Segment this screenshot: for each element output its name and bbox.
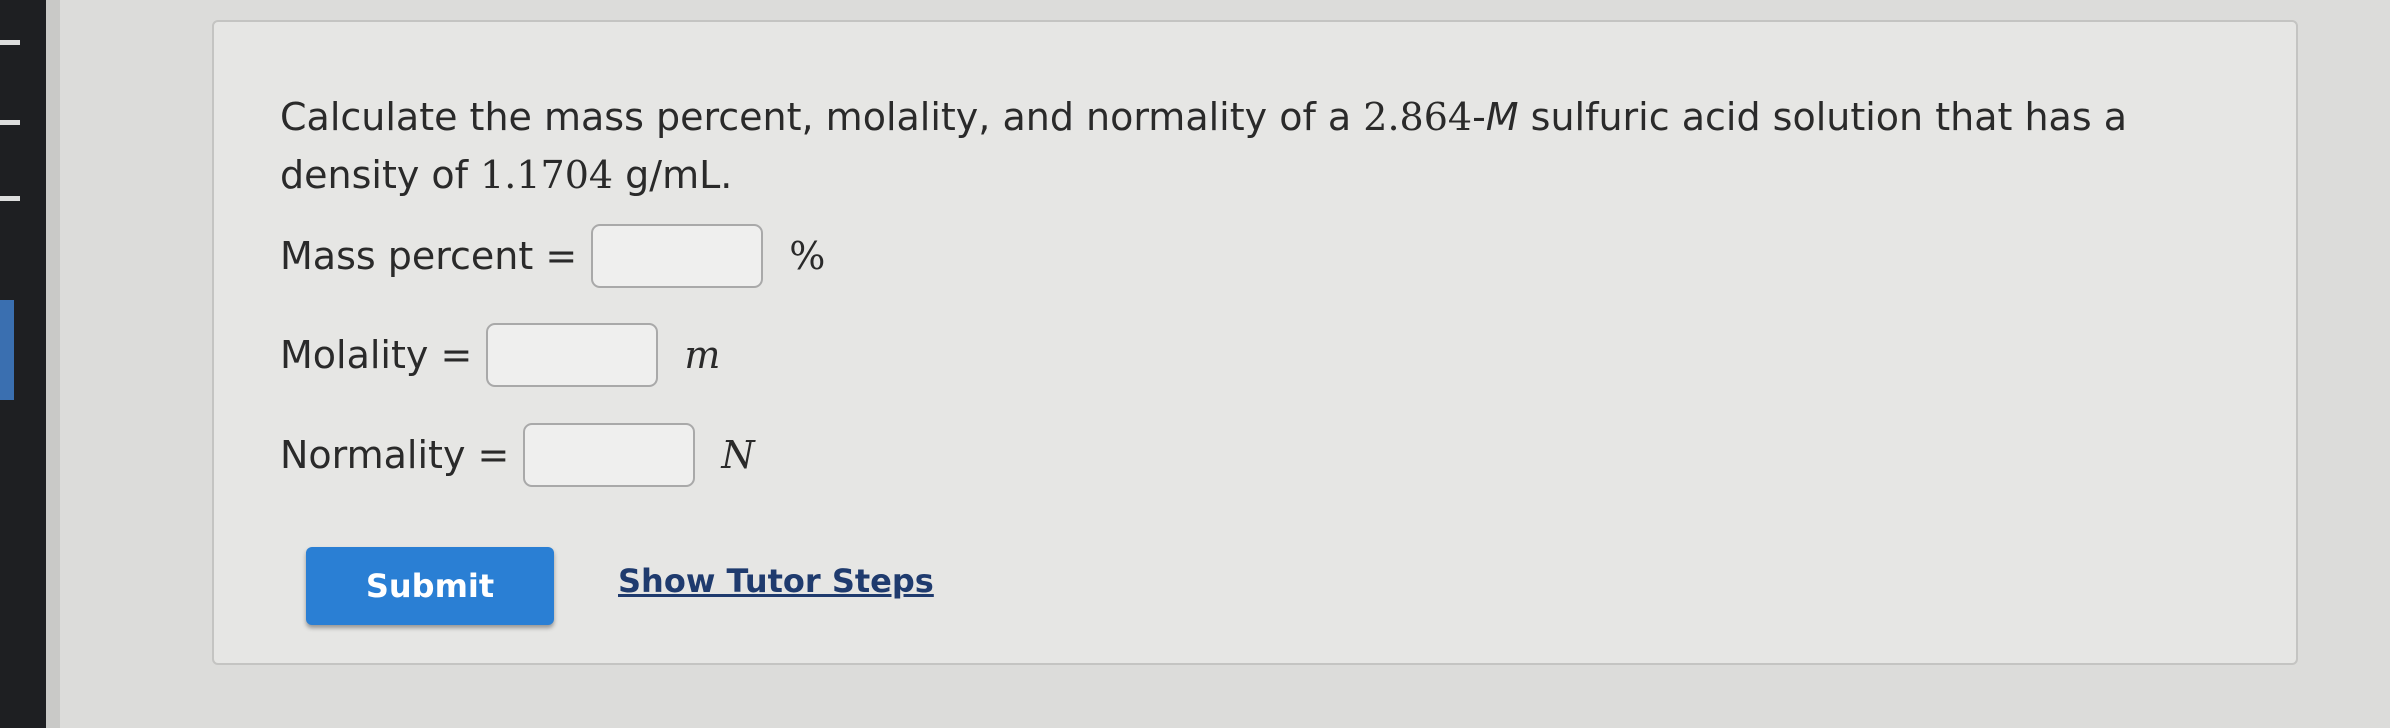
bezel-accent bbox=[0, 300, 14, 400]
question-text-after: g/mL. bbox=[613, 153, 733, 197]
mass-percent-unit: % bbox=[789, 234, 826, 278]
normality-label: Normality = bbox=[280, 433, 510, 477]
question-text-before: Calculate the mass percent, molality, an… bbox=[280, 95, 1364, 139]
bezel-line bbox=[0, 120, 20, 125]
molarity-unit: M bbox=[1485, 95, 1519, 139]
molarity-dash: - bbox=[1472, 95, 1486, 139]
mass-percent-label: Mass percent = bbox=[280, 234, 578, 278]
screen-bezel bbox=[0, 0, 46, 728]
normality-unit: N bbox=[721, 433, 755, 477]
molality-unit: m bbox=[684, 333, 721, 377]
mass-percent-input[interactable] bbox=[591, 224, 764, 288]
show-tutor-steps-link[interactable]: Show Tutor Steps bbox=[618, 562, 934, 600]
molality-row: Molality = m bbox=[280, 320, 720, 390]
normality-input[interactable] bbox=[523, 423, 696, 487]
submit-button[interactable]: Submit bbox=[306, 547, 554, 625]
molarity-value: 2.864 bbox=[1363, 95, 1473, 139]
question-text: Calculate the mass percent, molality, an… bbox=[280, 88, 2230, 204]
normality-row: Normality = N bbox=[280, 420, 755, 490]
density-value: 1.1704 bbox=[480, 153, 614, 197]
bezel-line bbox=[0, 196, 20, 201]
molality-input[interactable] bbox=[486, 323, 659, 387]
side-strip bbox=[46, 0, 60, 728]
molality-label: Molality = bbox=[280, 333, 473, 377]
question-card: Calculate the mass percent, molality, an… bbox=[212, 20, 2298, 665]
bezel-line bbox=[0, 40, 20, 45]
mass-percent-row: Mass percent = % bbox=[280, 221, 825, 291]
